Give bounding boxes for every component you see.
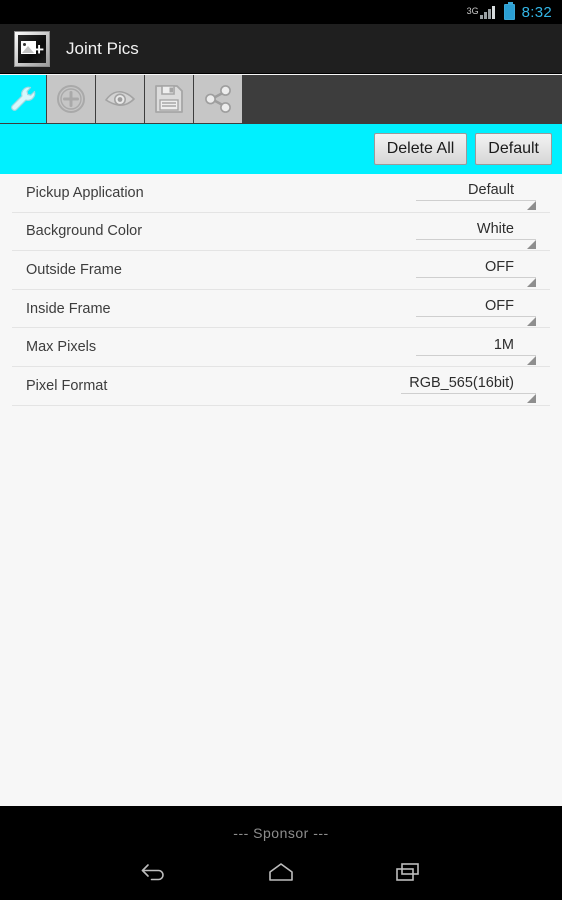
setting-label: Inside Frame	[26, 300, 111, 317]
setting-label: Pickup Application	[26, 184, 144, 201]
spinner-underline	[416, 354, 536, 356]
setting-spinner[interactable]: 1M	[416, 336, 536, 365]
setting-row-background-color[interactable]: Background Color White	[12, 213, 550, 252]
spinner-caret-icon	[527, 239, 536, 249]
setting-label: Pixel Format	[26, 377, 108, 394]
page-title: Joint Pics	[66, 38, 139, 58]
setting-row-pickup-application[interactable]: Pickup Application Default	[12, 174, 550, 213]
tab-save[interactable]	[145, 75, 193, 123]
spinner-caret-icon	[527, 394, 536, 404]
setting-row-inside-frame[interactable]: Inside Frame OFF	[12, 290, 550, 329]
status-bar: 3G 8:32	[0, 0, 562, 24]
wrench-icon	[6, 82, 40, 116]
bottom-area: --- Sponsor ---	[0, 806, 562, 900]
status-bar-clock: 8:32	[521, 3, 552, 21]
setting-row-pixel-format[interactable]: Pixel Format RGB_565(16bit)	[12, 367, 550, 406]
home-icon	[267, 861, 295, 888]
delete-all-button[interactable]: Delete All	[373, 132, 468, 166]
spinner-underline	[416, 277, 536, 279]
tab-add[interactable]	[47, 75, 95, 123]
spinner-underline	[416, 316, 536, 318]
back-arrow-icon	[139, 861, 169, 888]
action-bar: + Joint Pics	[0, 24, 562, 74]
spinner-underline	[416, 200, 536, 202]
setting-spinner[interactable]: Default	[416, 182, 536, 211]
setting-spinner[interactable]: OFF	[416, 298, 536, 327]
tab-bar	[0, 75, 562, 124]
share-icon	[201, 82, 235, 116]
tab-preview[interactable]	[96, 75, 144, 123]
setting-value: RGB_565(16bit)	[409, 375, 514, 392]
nav-back-button[interactable]	[132, 859, 176, 889]
app-screen: 3G 8:32 + Joint Pics Delete All Default …	[0, 0, 562, 900]
setting-value: OFF	[485, 298, 514, 315]
setting-value: Default	[468, 182, 514, 199]
android-navigation-bar	[0, 848, 562, 900]
spinner-caret-icon	[527, 278, 536, 288]
recent-apps-icon	[394, 861, 422, 888]
settings-toolbar: Delete All Default	[0, 124, 562, 174]
signal-bars-icon: 3G	[467, 5, 495, 19]
spinner-underline	[416, 238, 536, 240]
default-button[interactable]: Default	[475, 132, 552, 166]
spinner-caret-icon	[527, 317, 536, 327]
spinner-caret-icon	[527, 201, 536, 211]
settings-list: Pickup Application Default Background Co…	[0, 174, 562, 406]
network-type-label: 3G	[466, 5, 479, 16]
spinner-underline	[401, 393, 536, 395]
setting-spinner[interactable]: White	[416, 220, 536, 249]
setting-value: 1M	[493, 336, 514, 353]
setting-label: Outside Frame	[26, 261, 122, 278]
floppy-disk-icon	[152, 82, 186, 116]
battery-charging-icon	[503, 2, 515, 20]
joint-pics-app-icon: +	[14, 30, 50, 67]
tab-settings[interactable]	[0, 75, 46, 123]
setting-value: OFF	[485, 259, 514, 276]
nav-home-button[interactable]	[259, 859, 303, 889]
tab-share[interactable]	[194, 75, 242, 123]
setting-row-max-pixels[interactable]: Max Pixels 1M	[12, 328, 550, 367]
sponsor-banner[interactable]: --- Sponsor ---	[0, 806, 562, 841]
spinner-caret-icon	[527, 355, 536, 365]
plus-circle-icon	[54, 82, 88, 116]
eye-icon	[103, 82, 137, 116]
setting-spinner[interactable]: OFF	[416, 259, 536, 288]
setting-label: Background Color	[26, 223, 143, 240]
setting-label: Max Pixels	[26, 339, 97, 356]
nav-recents-button[interactable]	[386, 859, 430, 889]
setting-value: White	[476, 220, 514, 237]
setting-row-outside-frame[interactable]: Outside Frame OFF	[12, 251, 550, 290]
setting-spinner[interactable]: RGB_565(16bit)	[401, 375, 536, 404]
